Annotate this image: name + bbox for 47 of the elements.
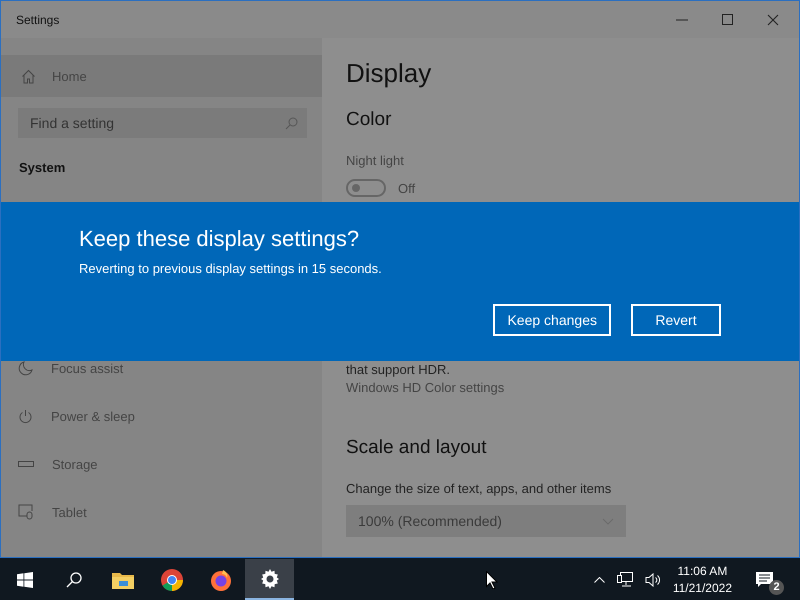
description-text: that support HDR. (346, 362, 450, 377)
dialog-message: Reverting to previous display settings in 15 seconds. (79, 261, 383, 276)
sidebar-item[interactable]: Focus assist (1, 344, 322, 392)
browser-icon (160, 568, 182, 590)
page-title: Display (346, 58, 432, 89)
search-icon (285, 117, 298, 130)
toggle-switch[interactable] (346, 179, 386, 197)
dialog-title: Keep these display settings? (79, 226, 360, 252)
moon-icon (18, 360, 33, 376)
close-icon[interactable] (767, 14, 779, 26)
chevron-up-icon[interactable] (594, 576, 605, 582)
setting-label: Change the size of text, apps, and other items (346, 481, 612, 496)
window-title: Settings (16, 12, 60, 26)
notification-button[interactable]: 2 (756, 566, 784, 592)
setting-label: Night light (346, 153, 404, 168)
sidebar-item[interactable]: Power & sleep (1, 392, 322, 440)
clock[interactable]: 11:06 AM 11/21/2022 (672, 562, 732, 596)
power-icon (18, 408, 33, 424)
dialog-button[interactable]: Revert (631, 304, 721, 336)
notification-badge: 2 (769, 580, 784, 594)
minimize-icon[interactable] (676, 18, 688, 20)
message-icon (756, 572, 773, 588)
windows-logo-icon (16, 572, 32, 588)
toggle-state: Off (398, 180, 416, 196)
network-icon[interactable] (616, 572, 633, 587)
taskbar-button[interactable] (245, 559, 294, 600)
mouse-cursor-icon (486, 571, 498, 589)
search-field[interactable]: Find a setting (18, 108, 307, 138)
section-heading: Color (346, 109, 392, 131)
folder-icon (112, 570, 134, 588)
home-icon (21, 68, 36, 84)
storage-icon (18, 460, 34, 468)
maximize-icon[interactable] (722, 14, 733, 25)
sidebar-item[interactable]: Tablet (1, 488, 322, 536)
hd-color-link[interactable]: Windows HD Color settings (346, 380, 504, 395)
date-text: 11/21/2022 (672, 580, 732, 596)
tablet-icon (18, 504, 34, 520)
time-text: 11:06 AM (678, 562, 728, 580)
section-heading: System (19, 160, 66, 175)
speaker-icon[interactable] (644, 572, 661, 586)
sidebar-item[interactable]: Storage (1, 440, 322, 488)
scale-dropdown[interactable]: 100% (Recommended) (346, 505, 626, 537)
gear-icon (260, 568, 280, 588)
search-icon (66, 572, 82, 588)
fox-browser-icon (210, 568, 232, 590)
dialog-button[interactable]: Keep changes (493, 304, 611, 336)
section-heading: Scale and layout (346, 437, 486, 459)
